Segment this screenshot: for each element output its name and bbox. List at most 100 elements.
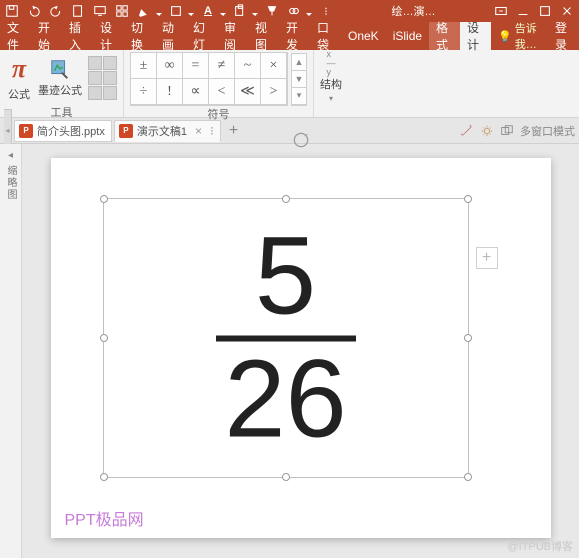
new-doc-button[interactable]: +	[223, 122, 244, 140]
title-label-1: 绘…	[395, 3, 411, 19]
tab-slideshow[interactable]: 幻灯	[186, 22, 217, 50]
chain-icon[interactable]	[286, 3, 302, 19]
slideshow-icon[interactable]	[92, 3, 108, 19]
tab-onekey[interactable]: OneK	[341, 22, 386, 50]
save-icon[interactable]	[4, 3, 20, 19]
equation-selection-box[interactable]: + 5 26	[103, 198, 469, 478]
sym-divide[interactable]: ÷	[130, 78, 157, 105]
doc-menu-icon[interactable]: ⁝	[210, 124, 214, 138]
resize-handle[interactable]	[100, 195, 108, 203]
resize-handle[interactable]	[282, 195, 290, 203]
caret-icon[interactable]	[252, 13, 258, 16]
formula-button[interactable]: π 公式	[6, 52, 32, 104]
login-button[interactable]: 登录	[548, 22, 579, 50]
watermark-brand: PPT极品网	[65, 506, 144, 530]
scroll-up-icon[interactable]: ▲	[292, 54, 306, 71]
group-symbols-label: 符号	[208, 106, 230, 120]
sym-factorial[interactable]: !	[156, 78, 183, 105]
title-label-2: 演…	[417, 3, 433, 19]
tab-review[interactable]: 审阅	[217, 22, 248, 50]
ink-icon	[49, 58, 71, 80]
font-color-icon[interactable]: A	[200, 3, 216, 19]
gallery-expand-icon[interactable]: ▾	[292, 88, 306, 105]
scroll-down-icon[interactable]: ▼	[292, 71, 306, 88]
wand-icon[interactable]	[460, 124, 474, 138]
sym-less[interactable]: <	[208, 78, 235, 105]
tell-me-search[interactable]: 💡告诉我…	[491, 22, 548, 50]
resize-handle[interactable]	[100, 473, 108, 481]
windows-icon[interactable]	[500, 124, 514, 138]
tab-file[interactable]: 文件	[0, 22, 31, 50]
ribbon-tabs: 文件 开始 插入 设计 切换 动画 幻灯 审阅 视图 开发 口袋 OneK iS…	[0, 22, 579, 50]
tab-insert[interactable]: 插入	[62, 22, 93, 50]
minimize-icon[interactable]	[515, 3, 531, 19]
sym-infinity[interactable]: ∞	[156, 52, 183, 79]
overflow-icon[interactable]: ⁝	[318, 3, 334, 19]
equation-fraction[interactable]: 5 26	[216, 225, 356, 452]
insert-icon[interactable]	[114, 3, 130, 19]
tab-pocket[interactable]: 口袋	[310, 22, 341, 50]
doc-tab-2[interactable]: P 演示文稿1 × ⁝	[114, 120, 221, 142]
tab-animation[interactable]: 动画	[155, 22, 186, 50]
format-painter-icon[interactable]	[264, 3, 280, 19]
tab-format[interactable]: 格式	[429, 22, 460, 50]
resize-handle[interactable]	[464, 334, 472, 342]
chevron-left-icon[interactable]: ◂	[8, 150, 13, 161]
sym-times[interactable]: ×	[260, 52, 287, 79]
caret-icon[interactable]	[188, 13, 194, 16]
fraction-denominator[interactable]: 26	[216, 347, 356, 452]
maximize-icon[interactable]	[537, 3, 553, 19]
resize-handle[interactable]	[464, 195, 472, 203]
multiwindow-label[interactable]: 多窗口模式	[520, 123, 575, 139]
tab-transition[interactable]: 切换	[124, 22, 155, 50]
tab-view[interactable]: 视图	[248, 22, 279, 50]
resize-handle[interactable]	[100, 334, 108, 342]
group-tools: π 公式 墨迹公式 工具	[0, 50, 124, 117]
sym-equals[interactable]: =	[182, 52, 209, 79]
sym-propto[interactable]: ∝	[182, 78, 209, 105]
pen-icon[interactable]	[136, 3, 152, 19]
fraction-numerator[interactable]: 5	[216, 225, 356, 330]
slide-canvas[interactable]: + 5 26 PPT极品网 @ITPUB博客	[22, 144, 579, 558]
symbol-gallery[interactable]: ± ∞ = ≠ ~ × ÷ ! ∝ < ≪ >	[130, 52, 288, 106]
doc-tab-1[interactable]: P 简介头图.pptx	[14, 120, 112, 142]
paste-icon[interactable]	[232, 3, 248, 19]
sym-greater[interactable]: >	[260, 78, 287, 105]
rotate-handle[interactable]	[291, 130, 311, 153]
add-placeholder-button[interactable]: +	[476, 247, 498, 269]
fraction-structure-button[interactable]: x—y 结构 ▾	[320, 52, 342, 103]
caret-icon[interactable]	[156, 13, 162, 16]
fraction-icon: x—y	[320, 52, 342, 74]
options-grid[interactable]	[88, 56, 117, 100]
resize-handle[interactable]	[282, 473, 290, 481]
ribbon-options-icon[interactable]	[493, 3, 509, 19]
doc-tab-1-label: 简介头图.pptx	[37, 123, 105, 139]
ink-equation-button[interactable]: 墨迹公式	[36, 56, 84, 100]
sym-muchless[interactable]: ≪	[234, 78, 261, 105]
thumbnail-panel[interactable]: ◂ 缩略图	[0, 144, 22, 558]
new-icon[interactable]	[70, 3, 86, 19]
group-tools-label: 工具	[51, 104, 73, 118]
close-doc-icon[interactable]: ×	[195, 124, 202, 138]
tab-design-short[interactable]: 设计	[93, 22, 124, 50]
doc-tab-2-label: 演示文稿1	[137, 123, 187, 139]
tab-equation-design[interactable]: 设计	[460, 22, 491, 50]
resize-handle[interactable]	[464, 473, 472, 481]
gear-icon[interactable]	[480, 124, 494, 138]
tab-dev[interactable]: 开发	[279, 22, 310, 50]
caret-icon[interactable]	[306, 13, 312, 16]
bulb-icon: 💡	[498, 30, 512, 43]
sym-plusminus[interactable]: ±	[130, 52, 157, 79]
undo-icon[interactable]	[26, 3, 42, 19]
redo-icon[interactable]	[48, 3, 64, 19]
sym-notequal[interactable]: ≠	[208, 52, 235, 79]
close-icon[interactable]	[559, 3, 575, 19]
shape-icon[interactable]	[168, 3, 184, 19]
slide[interactable]: + 5 26 PPT极品网	[51, 158, 551, 538]
caret-icon[interactable]	[220, 13, 226, 16]
sym-tilde[interactable]: ~	[234, 52, 261, 79]
tab-home[interactable]: 开始	[31, 22, 62, 50]
watermark-source: @ITPUB博客	[507, 538, 573, 554]
tab-islide[interactable]: iSlide	[386, 22, 429, 50]
gallery-scroll[interactable]: ▲▼▾	[291, 53, 307, 106]
